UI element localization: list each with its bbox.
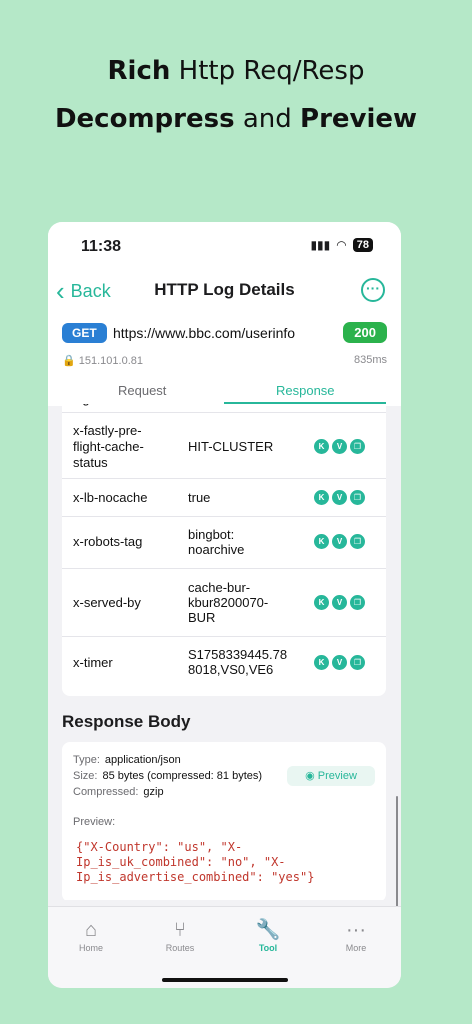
ip-address: 🔒 151.101.0.81 xyxy=(62,354,143,367)
tab-more[interactable]: ··· More xyxy=(326,917,386,953)
row-actions: K V ❐ xyxy=(314,490,365,505)
headline-bold-preview: Preview xyxy=(300,104,418,134)
routes-icon: ⑂ xyxy=(174,919,186,941)
detail-tabs: Request Response xyxy=(48,378,401,406)
copy-key-button[interactable]: K xyxy=(314,595,329,610)
lock-icon: 🔒 xyxy=(62,355,76,367)
ellipsis-circle-icon[interactable]: ··· xyxy=(361,278,385,302)
header-value: true xyxy=(188,490,211,505)
home-indicator[interactable] xyxy=(162,978,288,982)
status-time: 11:38 xyxy=(81,238,122,255)
copy-value-button[interactable]: V xyxy=(332,439,347,454)
copy-icon[interactable]: ❐ xyxy=(350,490,365,505)
battery-icon: 78 xyxy=(352,238,373,252)
scrollbar[interactable] xyxy=(396,796,398,912)
row-actions: K V ❐ xyxy=(314,534,365,549)
headline-bold-rich: Rich xyxy=(107,56,171,86)
json-preview[interactable]: {"X-Country": "us", "X-Ip_is_uk_combined… xyxy=(76,840,376,885)
copy-value-button[interactable]: V xyxy=(332,490,347,505)
request-url[interactable]: https://www.bbc.com/userinfo xyxy=(113,325,295,341)
copy-icon[interactable]: ❐ xyxy=(350,534,365,549)
body-compressed: Compressed: gzip xyxy=(73,786,164,798)
body-size: Size: 85 bytes (compressed: 81 bytes) xyxy=(73,770,262,782)
row-actions: K V ❐ xyxy=(314,655,365,670)
size-label: Size: xyxy=(73,770,98,782)
response-body-card: Type: application/json Size: 85 bytes (com… xyxy=(62,742,386,900)
header-key: x-fastly-pre-flight-cache-status xyxy=(73,423,144,470)
tab-home-label: Home xyxy=(78,943,103,953)
house-icon: ⌂ xyxy=(84,919,98,941)
eye-icon: ◉ xyxy=(305,770,315,782)
preview-label: Preview: xyxy=(73,816,116,828)
copy-icon[interactable]: ❐ xyxy=(350,439,365,454)
ip-text: 151.101.0.81 xyxy=(78,355,143,367)
bottom-tab-bar: ⌂ Home ⑂ Routes 🔧 Tool ··· More xyxy=(48,906,401,988)
type-value: application/json xyxy=(104,754,181,766)
tab-routes[interactable]: ⑂ Routes xyxy=(150,917,210,953)
tab-home[interactable]: ⌂ Home xyxy=(61,917,121,953)
tab-tool[interactable]: 🔧 Tool xyxy=(238,917,298,953)
tab-routes-label: Routes xyxy=(165,943,195,953)
compressed-value: gzip xyxy=(143,786,164,798)
header-value: cache-bur-kbur8200070-BUR xyxy=(188,580,269,625)
copy-value-button[interactable]: V xyxy=(332,595,347,610)
size-value: 85 bytes (compressed: 81 bytes) xyxy=(102,770,263,782)
header-value: HIT-CLUSTER xyxy=(188,439,274,454)
headline-text-http: Http Req/Resp xyxy=(178,56,365,86)
table-row[interactable]: x-lb-nocache true K V ❐ xyxy=(62,478,386,516)
table-row[interactable]: x-fastly-pre-flight-cache-status HIT-CLU… xyxy=(62,412,386,478)
copy-icon[interactable]: ❐ xyxy=(350,595,365,610)
tab-response[interactable]: Response xyxy=(276,383,335,398)
copy-value-button[interactable]: V xyxy=(332,655,347,670)
response-body-title: Response Body xyxy=(62,712,191,731)
response-content[interactable]: flight-cache x-fastly-pre-flight-cache-s… xyxy=(48,404,401,900)
copy-key-button[interactable]: K xyxy=(314,534,329,549)
tab-more-label: More xyxy=(345,943,367,953)
header-key: x-served-by xyxy=(73,595,141,610)
table-row[interactable]: x-robots-tag bingbot: noarchive K V ❐ xyxy=(62,516,386,568)
duration: 835ms xyxy=(353,354,387,366)
header-value: S1758339445.788018,VS0,VE6 xyxy=(188,647,288,677)
wrench-icon: 🔧 xyxy=(255,919,281,941)
nav-bar: ‹ Back HTTP Log Details ··· xyxy=(48,272,401,318)
type-label: Type: xyxy=(73,754,100,766)
header-key: x-lb-nocache xyxy=(73,490,148,505)
status-icons: ▮▮▮ ◠ 78 xyxy=(310,238,373,252)
wifi-icon: ◠ xyxy=(336,238,347,252)
table-row[interactable]: x-timer S1758339445.788018,VS0,VE6 K V ❐ xyxy=(62,636,386,688)
ellipsis-icon: ··· xyxy=(346,919,366,941)
header-key: x-robots-tag xyxy=(73,534,143,549)
status-code-badge: 200 xyxy=(343,322,387,343)
header-key-partial: flight-cache xyxy=(73,404,173,406)
headline-bold-decompress: Decompress xyxy=(54,104,235,134)
headline-text-and: and xyxy=(242,104,292,134)
method-badge: GET xyxy=(62,323,107,343)
copy-key-button[interactable]: K xyxy=(314,490,329,505)
copy-icon[interactable]: ❐ xyxy=(350,655,365,670)
body-type: Type: application/json xyxy=(73,754,181,766)
status-bar: 11:38 ▮▮▮ ◠ 78 xyxy=(48,222,401,272)
copy-value-button[interactable]: V xyxy=(332,534,347,549)
tab-request[interactable]: Request xyxy=(118,383,166,398)
header-key: x-timer xyxy=(73,655,113,670)
tab-tool-label: Tool xyxy=(258,943,278,953)
signal-icon: ▮▮▮ xyxy=(310,238,331,252)
phone-screen: 11:38 ▮▮▮ ◠ 78 ‹ Back HTTP Log Details ·… xyxy=(48,222,401,988)
page-title: HTTP Log Details xyxy=(154,280,295,299)
table-row[interactable]: x-served-by cache-bur-kbur8200070-BUR K … xyxy=(62,568,386,636)
preview-button-label: Preview xyxy=(317,770,357,782)
header-value: bingbot: noarchive xyxy=(188,527,245,557)
copy-key-button[interactable]: K xyxy=(314,655,329,670)
row-actions: K V ❐ xyxy=(314,439,365,454)
headers-card: flight-cache x-fastly-pre-flight-cache-s… xyxy=(62,404,386,696)
compressed-label: Compressed: xyxy=(73,786,139,798)
headline-line-2: Decompress and Preview xyxy=(0,104,472,134)
headline-line-1: Rich Http Req/Resp xyxy=(0,56,472,86)
preview-button[interactable]: ◉ Preview xyxy=(287,766,375,786)
copy-key-button[interactable]: K xyxy=(314,439,329,454)
row-actions: K V ❐ xyxy=(314,595,365,610)
